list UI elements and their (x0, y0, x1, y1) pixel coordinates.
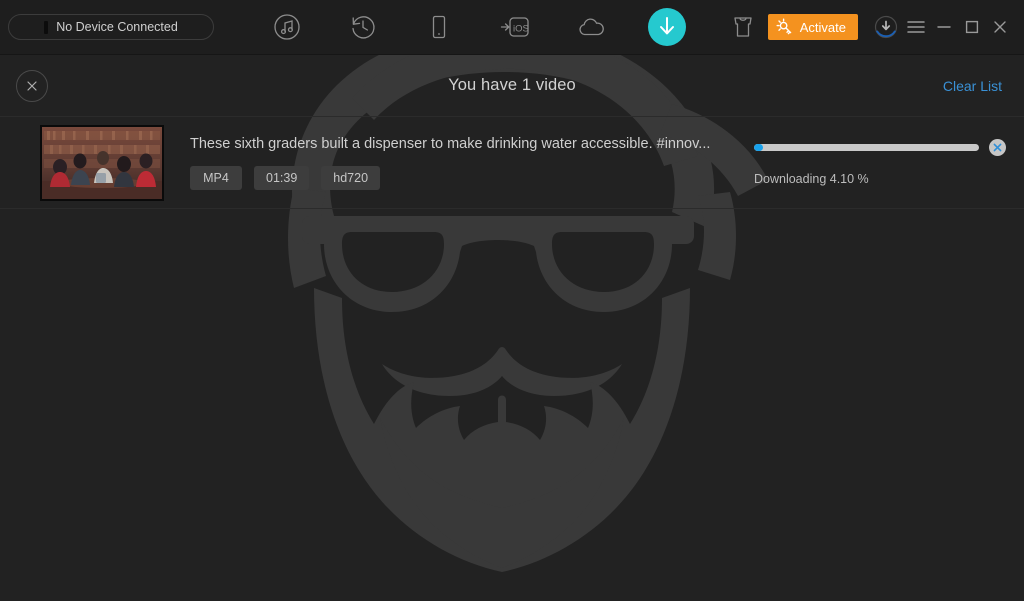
nav-device-button[interactable] (420, 8, 458, 46)
progress-bar-fill (754, 144, 764, 151)
nav-icon-group: iOS (268, 8, 762, 46)
download-arrow-icon (660, 17, 674, 35)
device-status-label: No Device Connected (56, 20, 178, 34)
close-icon (994, 21, 1006, 33)
video-thumbnail[interactable] (40, 124, 164, 201)
video-title: These sixth graders built a dispenser to… (190, 135, 711, 152)
duration-tag: 01:39 (254, 165, 310, 190)
svg-text:iOS: iOS (513, 23, 529, 34)
top-toolbar: No Device Connected iOS Activate (0, 0, 1024, 55)
minimize-icon (937, 26, 951, 28)
list-header: You have 1 video Clear List (0, 55, 1024, 117)
nav-to-ios-button[interactable]: iOS (496, 8, 534, 46)
tshirt-icon (734, 17, 752, 37)
video-info: These sixth graders built a dispenser to… (190, 136, 754, 190)
clear-list-button[interactable]: Clear List (943, 78, 1002, 94)
window-controls: Activate (767, 11, 1024, 43)
nav-ringtone-button[interactable] (724, 8, 762, 46)
close-window-button[interactable] (986, 12, 1014, 42)
quality-tag: hd720 (321, 165, 381, 190)
hamburger-menu-icon (907, 21, 925, 33)
activate-label: Activate (799, 19, 846, 35)
menu-button[interactable] (902, 12, 930, 42)
download-status-button[interactable] (870, 11, 902, 43)
activate-button[interactable]: Activate (767, 14, 858, 40)
thumbnail-image (42, 126, 162, 199)
music-disc-icon (274, 14, 300, 40)
nav-downloader-button[interactable] (648, 8, 686, 46)
to-ios-icon: iOS (500, 17, 529, 37)
progress-bar (754, 144, 979, 151)
page-title: You have 1 video (448, 76, 576, 94)
app-window: No Device Connected iOS Activate You hav… (0, 0, 1024, 601)
device-status-pill[interactable]: No Device Connected (8, 14, 214, 40)
download-progress-area: Downloading 4.10 % (754, 139, 1006, 186)
activate-key-icon (776, 18, 792, 35)
history-clock-icon (352, 16, 375, 39)
video-tags: MP4 01:39 hd720 (190, 165, 754, 190)
table-row[interactable]: These sixth graders built a dispenser to… (0, 117, 1024, 209)
connector-icon (44, 20, 49, 34)
cancel-download-button[interactable] (989, 139, 1006, 156)
minimize-button[interactable] (930, 12, 958, 42)
nav-cloud-button[interactable] (572, 8, 610, 46)
maximize-button[interactable] (958, 12, 986, 42)
cloud-icon (579, 18, 604, 36)
phone-icon (432, 15, 446, 39)
download-status-icon (874, 15, 898, 39)
maximize-icon (965, 20, 979, 34)
format-tag: MP4 (190, 165, 242, 190)
cancel-icon (993, 143, 1002, 152)
nav-music-button[interactable] (268, 8, 306, 46)
download-status-label: Downloading 4.10 % (754, 172, 869, 186)
nav-history-button[interactable] (344, 8, 382, 46)
